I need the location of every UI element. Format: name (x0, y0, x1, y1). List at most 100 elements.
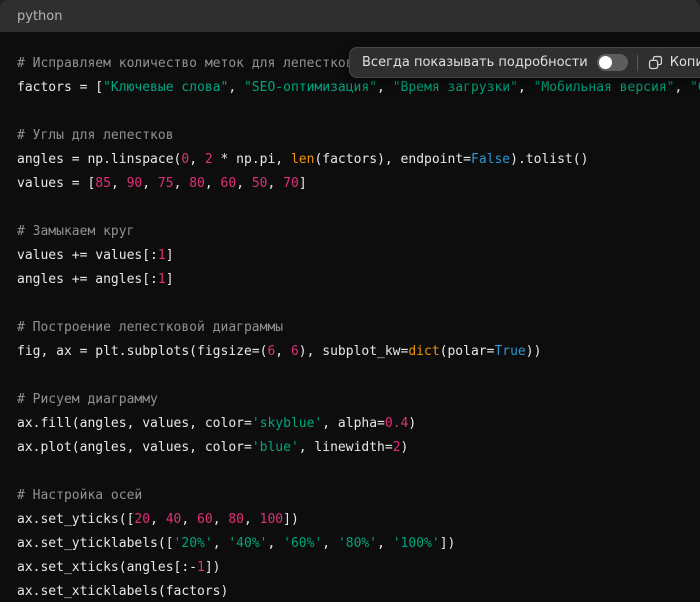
code-token-plain: (factors), endpoint= (314, 152, 471, 167)
code-token-plain: ax.set_yticklabels([ (17, 536, 174, 551)
code-token-string: "Время загрузки" (393, 80, 518, 95)
code-token-string: "Ключевые слова" (103, 80, 228, 95)
code-line: ax.plot(angles, values, color='blue', li… (17, 436, 700, 460)
code-token-string: '100%' (393, 536, 440, 551)
code-line (17, 196, 700, 220)
code-token-number: 80 (189, 176, 205, 191)
code-token-plain: , (377, 536, 393, 551)
code-token-plain: ] (166, 272, 174, 287)
code-line: angles = np.linspace(0, 2 * np.pi, len(f… (17, 148, 700, 172)
code-line: ax.set_yticks([20, 40, 60, 80, 100]) (17, 508, 700, 532)
code-token-number: 100 (260, 512, 283, 527)
code-token-plain: ), subplot_kw= (299, 344, 409, 359)
code-token-plain: , (228, 80, 244, 95)
code-token-plain: , (205, 176, 221, 191)
code-token-plain: ax.set_xticks(angles[:- (17, 560, 197, 575)
code-token-plain: , (213, 536, 229, 551)
code-token-string: '40%' (228, 536, 267, 551)
code-token-plain: , (275, 344, 291, 359)
code-token-builtin: len (291, 152, 314, 167)
code-line: # Построение лепестковой диаграммы (17, 316, 700, 340)
code-token-number: 40 (166, 512, 182, 527)
code-token-string: '20%' (174, 536, 213, 551)
code-token-string: '80%' (338, 536, 377, 551)
code-line (17, 460, 700, 484)
code-token-plain: , (189, 152, 205, 167)
code-token-comment: # Углы для лепестков (17, 128, 174, 143)
code-token-comment: # Исправляем количество меток для лепест… (17, 56, 354, 71)
code-token-number: 6 (291, 344, 299, 359)
code-line: values = [85, 90, 75, 80, 60, 50, 70] (17, 172, 700, 196)
code-token-number: 2 (205, 152, 213, 167)
code-token-string: "Мобильная версия" (534, 80, 675, 95)
code-token-number: 20 (134, 512, 150, 527)
code-token-plain: , (267, 536, 283, 551)
code-token-comment: # Настройка осей (17, 488, 142, 503)
code-token-plain: , (181, 512, 197, 527)
code-token-plain: , (236, 176, 252, 191)
code-line: # Замыкаем круг (17, 220, 700, 244)
toggle-knob-icon (599, 56, 612, 69)
code-token-number: 2 (393, 440, 401, 455)
code-token-comment: # Рисуем диаграмму (17, 392, 158, 407)
code-line: factors = ["Ключевые слова", "SEO-оптими… (17, 76, 700, 100)
code-token-plain: ]) (283, 512, 299, 527)
code-token-plain: ax.set_xticklabels(factors) (17, 584, 228, 599)
code-token-number: 85 (95, 176, 111, 191)
code-token-number: 1 (158, 272, 166, 287)
code-token-number: 90 (127, 176, 143, 191)
code-token-plain: , (244, 512, 260, 527)
copy-code-button[interactable]: Копировать код (647, 54, 700, 71)
code-token-string: "SEO-оптимизация" (244, 80, 377, 95)
code-token-plain: values += values[: (17, 248, 158, 263)
code-line: values += values[:1] (17, 244, 700, 268)
code-token-plain: ] (299, 176, 307, 191)
code-token-plain: ]) (440, 536, 456, 551)
code-token-number: 1 (158, 248, 166, 263)
code-token-plain: * np.pi, (213, 152, 291, 167)
code-line: ax.fill(angles, values, color='skyblue',… (17, 412, 700, 436)
code-line: ax.set_yticklabels(['20%', '40%', '60%',… (17, 532, 700, 556)
code-token-number: 60 (221, 176, 237, 191)
code-line: # Настройка осей (17, 484, 700, 508)
code-token-string: '60%' (283, 536, 322, 551)
code-token-plain: factors = [ (17, 80, 103, 95)
code-token-plain: ) (401, 440, 409, 455)
copy-icon (647, 54, 664, 71)
code-token-plain: , (674, 80, 690, 95)
code-line (17, 364, 700, 388)
code-line (17, 100, 700, 124)
code-token-number: 70 (283, 176, 299, 191)
code-line: angles += angles[:1] (17, 268, 700, 292)
code-token-string: 'blue' (252, 440, 299, 455)
code-token-number: 0.4 (385, 416, 408, 431)
code-token-plain: angles = np.linspace( (17, 152, 181, 167)
code-token-number: 50 (252, 176, 268, 191)
code-token-builtin: dict (408, 344, 439, 359)
code-token-string: 'skyblue' (252, 416, 322, 431)
code-toolbar: Всегда показывать подробности Копировать… (349, 47, 700, 78)
details-toggle[interactable] (597, 54, 628, 71)
code-token-comment: # Замыкаем круг (17, 224, 134, 239)
code-line: # Рисуем диаграмму (17, 388, 700, 412)
code-token-plain: ax.set_yticks([ (17, 512, 134, 527)
code-line: ax.set_xticks(angles[:-1]) (17, 556, 700, 580)
code-line: fig, ax = plt.subplots(figsize=(6, 6), s… (17, 340, 700, 364)
code-token-plain: values = [ (17, 176, 95, 191)
code-token-plain: ).tolist() (510, 152, 588, 167)
code-line (17, 292, 700, 316)
code-token-number: 80 (228, 512, 244, 527)
code-token-plain: , (268, 176, 284, 191)
code-block-window: python # Исправляем количество меток для… (0, 0, 700, 602)
code-token-plain: , (213, 512, 229, 527)
code-token-plain: angles += angles[: (17, 272, 158, 287)
code-token-plain: , (322, 536, 338, 551)
code-line: ax.set_xticklabels(factors) (17, 580, 700, 602)
code-token-plain: , (142, 176, 158, 191)
code-token-literal: False (471, 152, 510, 167)
code-block-header: python (0, 0, 700, 32)
code-token-string: "Отказы" (690, 80, 700, 95)
toolbar-divider (637, 55, 638, 71)
code-content: # Исправляем количество меток для лепест… (0, 32, 700, 602)
code-token-number: 60 (197, 512, 213, 527)
